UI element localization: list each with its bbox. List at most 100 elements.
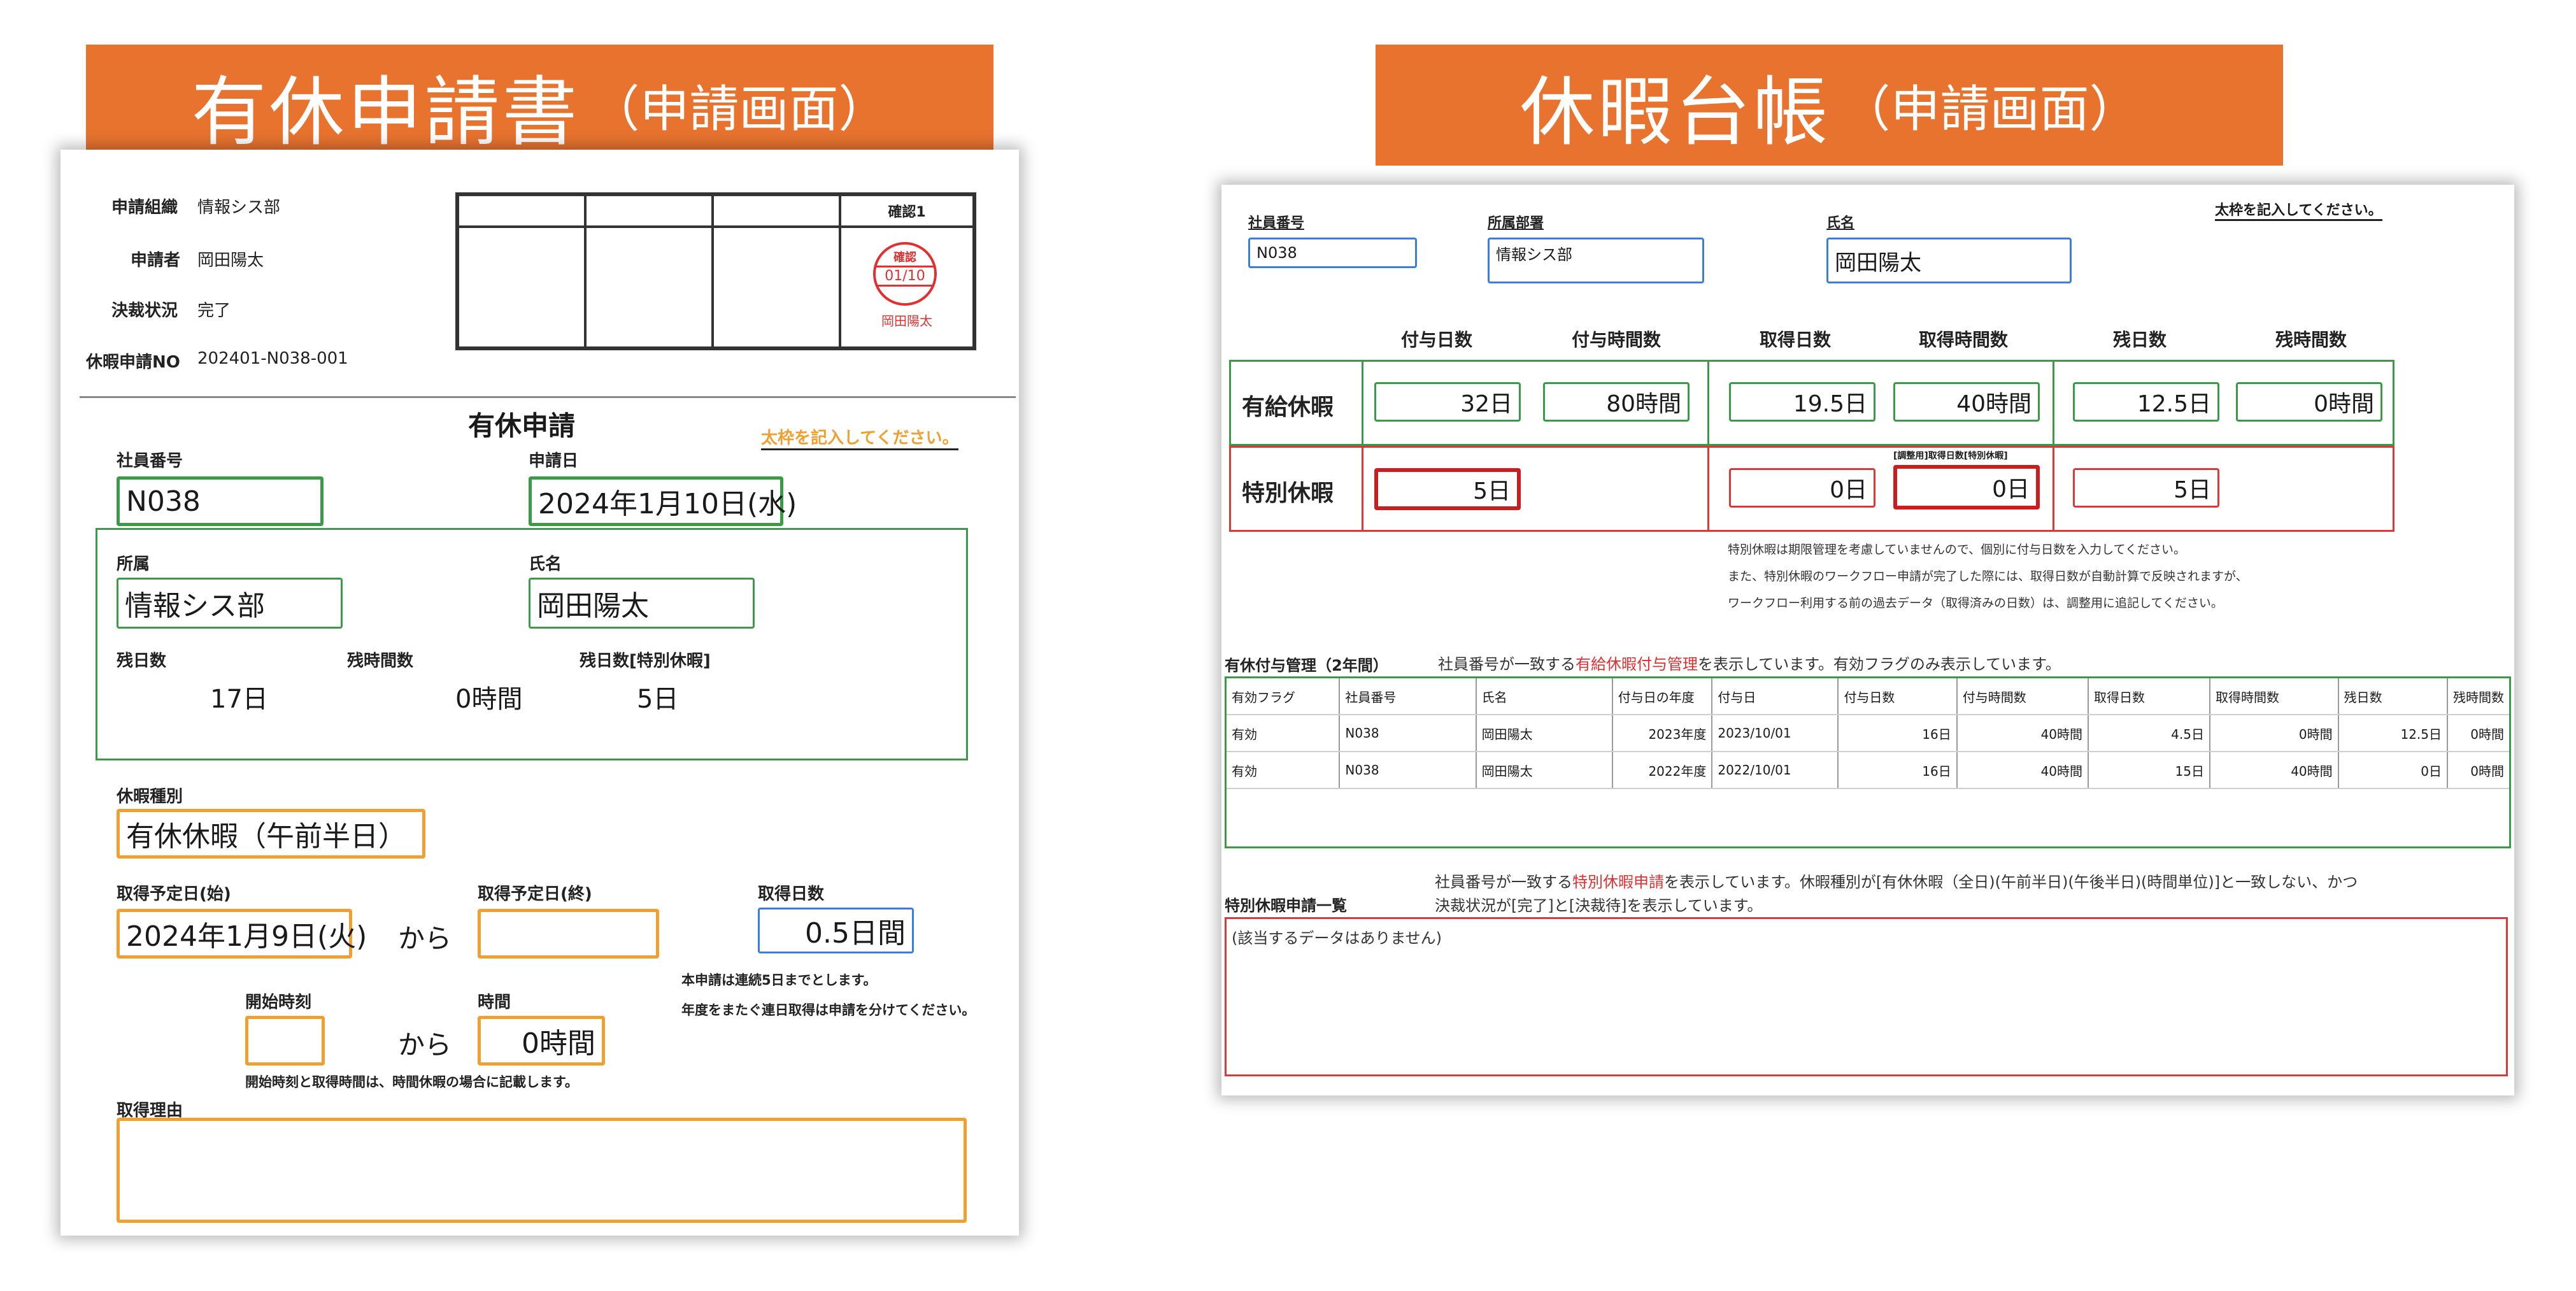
from-text-2: から — [398, 1029, 452, 1060]
right-banner-title: 休暇台帳 — [1519, 68, 1831, 156]
stamp-cell — [713, 227, 840, 348]
grant-header-cell: 氏名 — [1476, 678, 1613, 715]
col-used-hours: 取得時間数 — [1919, 329, 2009, 350]
employee-no-field[interactable]: N038 — [117, 476, 324, 526]
special-note-1: 特別休暇は期限管理を考慮していませんので、個別に付与日数を入力してください。 — [1728, 543, 2186, 557]
days-label: 取得日数 — [758, 885, 825, 904]
special-note-3: ワークフロー利用する前の過去データ（取得済みの日数）は、調整用に追記してください… — [1728, 596, 2223, 610]
application-no-label: 休暇申請NO — [86, 353, 180, 372]
hours-field[interactable]: 0時間 — [478, 1016, 605, 1066]
apply-date-label: 申請日 — [529, 452, 579, 471]
ledger-dept-field: 情報シス部 — [1488, 238, 1704, 283]
special-section-desc-2: 決裁状況が[完了]と[決裁待]を表示しています。 — [1435, 897, 1763, 915]
special-list-empty-message: (該当するデータはありません) — [1232, 929, 1442, 947]
grant-section-title: 有休付与管理（2年間） — [1225, 657, 1388, 674]
col-grant-days: 付与日数 — [1401, 329, 1473, 350]
apply-date-field[interactable]: 2024年1月10日(水) — [529, 476, 797, 526]
reason-textarea[interactable] — [117, 1118, 967, 1223]
grant-table-panel: 有効フラグ 社員番号 氏名 付与日の年度 付与日 付与日数 付与時間数 取得日数… — [1225, 676, 2511, 848]
fill-note: 太枠を記入してください。 — [761, 425, 959, 450]
grant-table: 有効フラグ 社員番号 氏名 付与日の年度 付与日 付与日数 付与時間数 取得日数… — [1227, 678, 2509, 789]
paid-used-days: 19.5日 — [1729, 382, 1875, 422]
org-label: 申請組織 — [111, 198, 178, 217]
grant-header-cell: 残時間数 — [2447, 678, 2509, 715]
special-remain-days: 5日 — [2073, 468, 2219, 508]
col-grant-hours: 付与時間数 — [1572, 329, 1662, 350]
table-row: 有効 N038 岡田陽太 2023年度 2023/10/01 16日 40時間 … — [1227, 715, 2509, 752]
leave-application-sheet: 申請組織 情報シス部 申請者 岡田陽太 決裁状況 完了 休暇申請NO 20240… — [60, 150, 1019, 1236]
left-banner-title: 有休申請書 — [191, 68, 580, 156]
paid-leave-label: 有給休暇 — [1242, 394, 1334, 420]
col-used-days: 取得日数 — [1760, 329, 1832, 350]
grant-header-cell: 残日数 — [2338, 678, 2449, 715]
paid-remain-hours: 0時間 — [2236, 382, 2382, 422]
leave-ledger-sheet: 太枠を記入してください。 社員番号 N038 所属部署 情報シス部 氏名 岡田陽… — [1221, 185, 2514, 1095]
form-title: 有休申請 — [468, 410, 576, 441]
leave-type-select[interactable]: 有休休暇（午前半日） — [117, 809, 425, 859]
special-note-2: また、特別休暇のワークフロー申請が完了した際には、取得日数が自動計算で反映されま… — [1728, 569, 2248, 583]
header-divider — [80, 396, 1016, 398]
col-remain-days: 残日数 — [2113, 329, 2167, 350]
applicant-label: 申請者 — [131, 251, 181, 270]
applicant-value: 岡田陽太 — [197, 251, 264, 270]
grant-header-cell: 付与日数 — [1838, 678, 1958, 715]
special-list-panel: (該当するデータはありません) — [1225, 917, 2508, 1076]
name-label: 氏名 — [529, 555, 562, 574]
stamp-header-cell — [713, 195, 840, 227]
left-banner: 有休申請書 （申請画面） — [86, 45, 993, 166]
grant-header-cell: 有効フラグ — [1227, 678, 1341, 715]
ledger-dept-label: 所属部署 — [1488, 215, 1544, 231]
fill-note-ledger: 太枠を記入してください。 — [2215, 199, 2382, 221]
special-leave-link[interactable]: 特別休暇申請 — [1572, 873, 1664, 891]
remaining-hours-label: 残時間数 — [347, 652, 414, 671]
approval-seal: 確認 01/10 — [873, 242, 937, 306]
remaining-days-label: 残日数 — [117, 652, 167, 671]
stamp-header-cell — [585, 195, 713, 227]
name-field: 岡田陽太 — [529, 578, 755, 629]
start-date-field[interactable]: 2024年1月9日(火) — [117, 909, 367, 959]
right-banner: 休暇台帳 （申請画面） — [1376, 45, 2283, 166]
grant-header-cell: 取得時間数 — [2209, 678, 2339, 715]
special-used-days: 0日 — [1729, 468, 1875, 508]
grant-header-cell: 社員番号 — [1339, 678, 1477, 715]
ledger-employee-no-label: 社員番号 — [1248, 215, 1305, 231]
grant-section-desc: 社員番号が一致する有給休暇付与管理を表示しています。有効フラグのみ表示しています… — [1438, 655, 2061, 673]
org-value: 情報シス部 — [197, 198, 281, 217]
ledger-name-label: 氏名 — [1826, 215, 1855, 231]
stamp-cell — [458, 227, 585, 348]
seal-name-text: 岡田陽太 — [881, 313, 932, 329]
grant-management-link[interactable]: 有給休暇付与管理 — [1576, 655, 1698, 673]
special-leave-label: 特別休暇 — [1242, 480, 1334, 506]
start-date-label: 取得予定日(始) — [117, 885, 231, 904]
grant-header-cell: 付与日 — [1712, 678, 1839, 715]
grant-header-cell: 取得日数 — [2088, 678, 2210, 715]
stamp-column-title: 確認1 — [888, 204, 926, 220]
employee-no-label: 社員番号 — [117, 452, 183, 471]
from-text-1: から — [398, 923, 452, 954]
end-date-field[interactable] — [478, 909, 659, 959]
grant-table-header: 有効フラグ 社員番号 氏名 付与日の年度 付与日 付与日数 付与時間数 取得日数… — [1227, 678, 2509, 715]
stamp-seal-cell: 確認 01/10 岡田陽太 — [840, 227, 974, 348]
leave-type-label: 休暇種別 — [117, 787, 183, 806]
seal-top-text: 確認 — [893, 251, 916, 264]
remaining-special-label: 残日数[特別休暇] — [580, 652, 711, 671]
rule-consecutive: 本申請は連続5日までとします。 — [681, 973, 877, 988]
start-time-field[interactable] — [245, 1016, 325, 1066]
status-value: 完了 — [197, 301, 231, 320]
dept-label: 所属 — [117, 555, 150, 574]
right-banner-subtitle: （申請画面） — [1840, 81, 2139, 138]
stamp-cell — [585, 227, 713, 348]
special-adjust-label: [調整用]取得日数[特別休暇] — [1893, 451, 2008, 461]
special-adjust-days-input[interactable]: 0日 — [1893, 465, 2040, 510]
special-grant-days-input[interactable]: 5日 — [1374, 468, 1521, 510]
stamp-header-cell — [458, 195, 585, 227]
ledger-name-field: 岡田陽太 — [1826, 238, 2072, 283]
end-date-label: 取得予定日(終) — [478, 885, 592, 904]
ledger-employee-no-field[interactable]: N038 — [1248, 238, 1417, 268]
remaining-special-value: 5日 — [637, 685, 679, 714]
paid-grant-hours: 80時間 — [1543, 382, 1690, 422]
hours-label: 時間 — [478, 993, 511, 1012]
stamp-header-confirm1: 確認1 — [840, 195, 974, 227]
rule-fiscal-year: 年度をまたぐ連日取得は申請を分けてください。 — [681, 1002, 976, 1018]
col-remain-hours: 残時間数 — [2275, 329, 2347, 350]
